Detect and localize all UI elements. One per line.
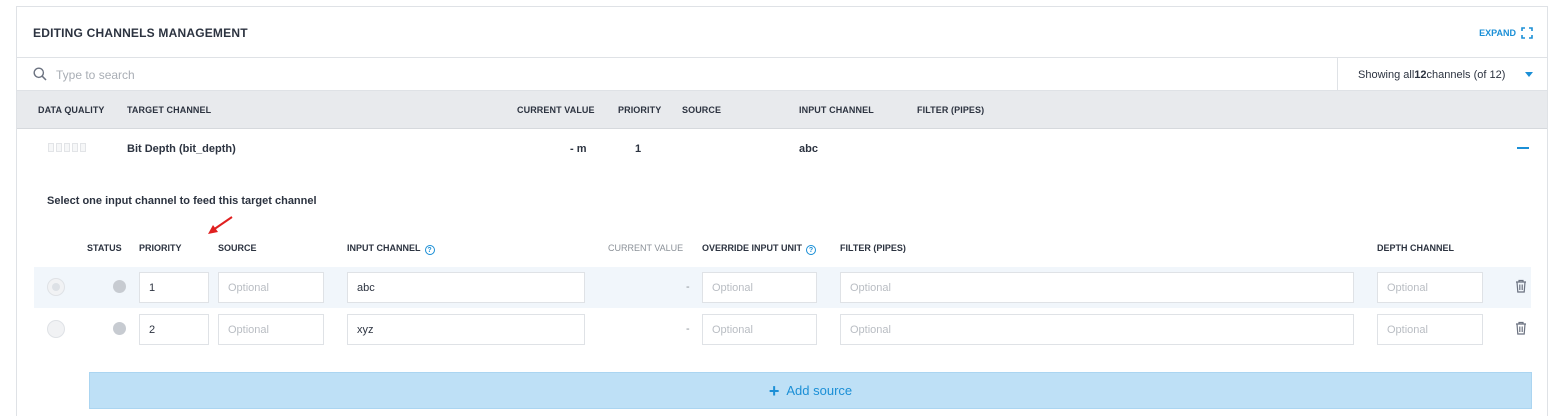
expand-label: EXPAND: [1479, 28, 1516, 38]
sub-col-priority: PRIORITY: [139, 243, 182, 253]
channel-input: abc: [799, 143, 818, 155]
source-select-radio[interactable]: [47, 278, 65, 296]
add-source-label: Add source: [786, 383, 853, 398]
col-data-quality[interactable]: DATA QUALITY: [38, 105, 105, 115]
depth-channel-input[interactable]: [1377, 272, 1483, 303]
trash-icon[interactable]: [1515, 321, 1527, 335]
column-header-row: DATA QUALITY TARGET CHANNEL CURRENT VALU…: [17, 91, 1547, 129]
input-channel-field[interactable]: [347, 272, 585, 303]
sub-col-filter: FILTER (PIPES): [840, 243, 906, 253]
source-input[interactable]: [218, 272, 324, 303]
plus-icon: +: [768, 380, 780, 401]
filter-input[interactable]: [840, 314, 1354, 345]
col-current-value[interactable]: CURRENT VALUE: [517, 105, 595, 115]
help-icon[interactable]: ?: [424, 245, 435, 255]
sub-col-source: SOURCE: [218, 243, 257, 253]
sub-col-depth-channel: DEPTH CHANNEL: [1377, 243, 1455, 253]
col-source[interactable]: SOURCE: [682, 105, 721, 115]
search-icon: [33, 67, 47, 81]
add-source-button[interactable]: + Add source: [89, 372, 1532, 409]
search-bar: Showing all 12 channels (of 12): [17, 58, 1547, 91]
sub-col-override-unit: OVERRIDE INPUT UNIT?: [702, 243, 817, 255]
showing-count: 12: [1414, 68, 1427, 81]
depth-channel-input[interactable]: [1377, 314, 1483, 345]
status-indicator: [113, 322, 126, 335]
input-channel-field[interactable]: [347, 314, 585, 345]
col-input-channel[interactable]: INPUT CHANNEL: [799, 105, 874, 115]
collapse-icon[interactable]: [1517, 147, 1529, 149]
sub-col-status: STATUS: [87, 243, 122, 253]
source-select-radio[interactable]: [47, 320, 65, 338]
sub-col-current-value: CURRENT VALUE: [608, 243, 684, 253]
search-input[interactable]: [56, 64, 1326, 86]
trash-icon[interactable]: [1515, 279, 1527, 293]
priority-input[interactable]: [139, 272, 209, 303]
instruction-text: Select one input channel to feed this ta…: [47, 195, 317, 207]
source-row: -: [34, 267, 1531, 308]
panel-header: EDITING CHANNELS MANAGEMENT EXPAND: [17, 7, 1547, 58]
channel-name: Bit Depth (bit_depth): [127, 143, 236, 155]
expand-button[interactable]: EXPAND: [1479, 27, 1533, 39]
filter-input[interactable]: [840, 272, 1354, 303]
expand-icon: [1521, 27, 1533, 39]
sub-col-input-channel: INPUT CHANNEL?: [347, 243, 435, 255]
override-unit-input[interactable]: [702, 314, 817, 345]
caret-down-icon: [1525, 72, 1533, 77]
arrow-annotation-icon: [208, 216, 233, 234]
col-priority[interactable]: PRIORITY: [618, 105, 661, 115]
showing-prefix: Showing all: [1358, 68, 1415, 81]
channel-row[interactable]: Bit Depth (bit_depth) - m 1 abc: [17, 129, 1547, 169]
help-icon[interactable]: ?: [806, 245, 817, 255]
priority-input[interactable]: [139, 314, 209, 345]
current-value: -: [686, 281, 690, 293]
data-quality-indicator: [48, 143, 86, 152]
col-target-channel[interactable]: TARGET CHANNEL: [127, 105, 211, 115]
col-filter[interactable]: FILTER (PIPES): [917, 105, 984, 115]
sub-col-override-unit-label: OVERRIDE INPUT UNIT: [702, 243, 803, 253]
page-title: EDITING CHANNELS MANAGEMENT: [33, 26, 248, 40]
override-unit-input[interactable]: [702, 272, 817, 303]
channel-priority: 1: [635, 143, 642, 155]
channel-current-value: - m: [570, 143, 587, 155]
channels-panel: EDITING CHANNELS MANAGEMENT EXPAND Showi…: [16, 6, 1548, 416]
source-input[interactable]: [218, 314, 324, 345]
current-value: -: [686, 323, 690, 335]
status-indicator: [113, 280, 126, 293]
source-row: -: [34, 309, 1531, 350]
channel-count-dropdown[interactable]: Showing all 12 channels (of 12): [1337, 58, 1549, 91]
showing-suffix: channels (of 12): [1426, 68, 1506, 81]
sub-col-input-channel-label: INPUT CHANNEL: [347, 243, 421, 253]
